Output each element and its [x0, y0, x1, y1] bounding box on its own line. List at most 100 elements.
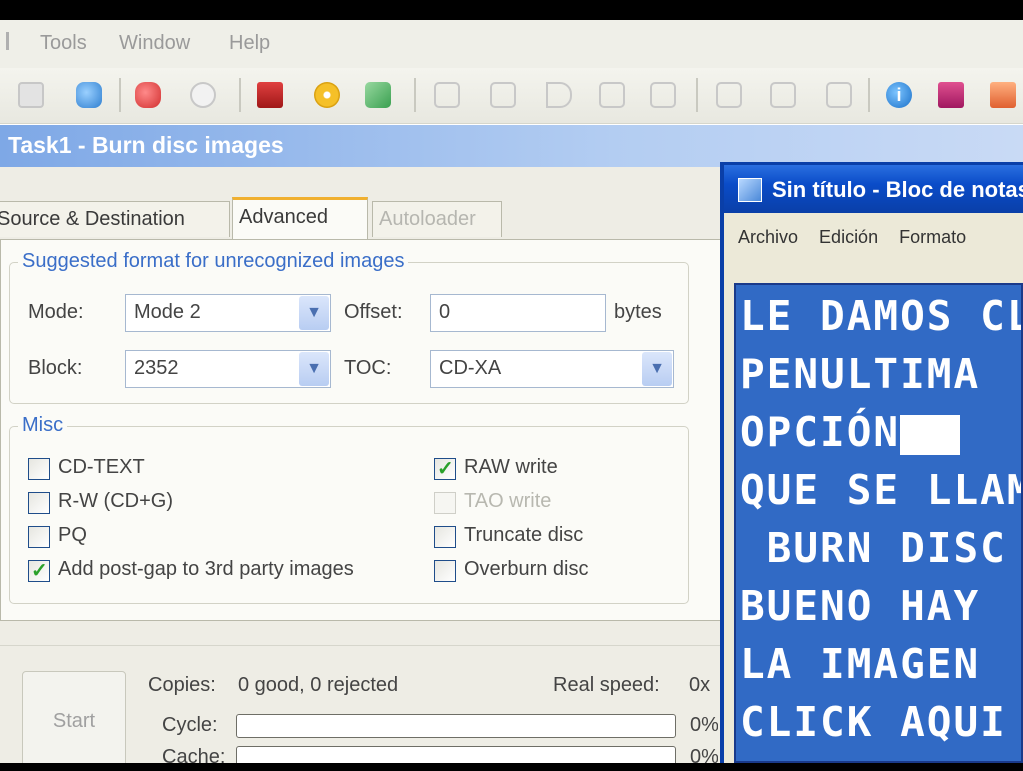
toolbar-separator — [119, 78, 121, 112]
raw-write-checkbox[interactable] — [434, 456, 456, 481]
film-icon[interactable] — [257, 82, 283, 108]
menu-bar-cut-item — [6, 32, 9, 50]
tab-autoloader: Autoloader — [372, 201, 502, 237]
truncate-disc-checkbox[interactable] — [434, 526, 456, 548]
real-speed-label: Real speed: — [553, 674, 660, 696]
chevron-down-icon[interactable]: ▼ — [299, 296, 329, 330]
mode-select[interactable]: Mode 2 ▼ — [125, 294, 331, 332]
text-line: QUE SE LLAMA — [740, 466, 1021, 514]
text-line: LA IMAGEN — [740, 640, 981, 688]
post-gap-label[interactable]: Add post-gap to 3rd party images — [58, 558, 354, 581]
notepad-title-bar[interactable]: Sin título - Bloc de notas — [724, 165, 1023, 213]
cycle-percent: 0% — [690, 714, 718, 736]
overburn-disc-label[interactable]: Overburn disc — [464, 558, 589, 581]
format-group: Suggested format for unrecognized images… — [9, 250, 689, 404]
toolbar-separator — [696, 78, 698, 112]
toc-select[interactable]: CD-XA ▼ — [430, 350, 674, 388]
save-disc-icon[interactable] — [76, 82, 102, 108]
tab-source-destination[interactable]: Source & Destination — [0, 201, 230, 237]
rw-cdg-label[interactable]: R-W (CD+G) — [58, 490, 173, 513]
task-title: Task1 - Burn disc images — [0, 125, 1023, 167]
stop-icon[interactable] — [599, 82, 625, 108]
print-icon[interactable] — [18, 82, 44, 108]
text-line-content: OPCIÓN — [740, 408, 901, 456]
copies-label: Copies: — [148, 674, 216, 696]
search-icon[interactable] — [190, 82, 216, 108]
text-line: BURN DISC — [740, 524, 1007, 572]
misc-group-title: Misc — [18, 414, 68, 437]
toc-label: TOC: — [344, 357, 392, 379]
mode-label: Mode: — [28, 301, 84, 323]
toc-value: CD-XA — [439, 357, 502, 379]
top-black-border — [0, 0, 1023, 20]
notepad-menu-archivo[interactable]: Archivo — [738, 227, 798, 247]
toolbar-separator — [414, 78, 416, 112]
notepad-menu-formato[interactable]: Formato — [899, 227, 966, 247]
rewind-icon[interactable] — [434, 82, 460, 108]
overburn-disc-checkbox[interactable] — [434, 560, 456, 582]
book-icon[interactable] — [938, 82, 964, 108]
chevron-down-icon[interactable]: ▼ — [642, 352, 672, 386]
tao-write-label: TAO write — [464, 490, 552, 512]
home-icon[interactable] — [990, 82, 1016, 108]
close-x-icon[interactable] — [135, 82, 161, 108]
text-line: PENULTIMA — [740, 350, 981, 398]
chevron-down-icon[interactable]: ▼ — [299, 352, 329, 386]
menu-bar: Tools Window Help — [0, 20, 1023, 68]
cd-text-checkbox[interactable] — [28, 458, 50, 480]
play-icon[interactable] — [546, 82, 572, 108]
block-value: 2352 — [134, 357, 179, 379]
misc-group: Misc CD-TEXT R-W (CD+G) PQ Add post-gap … — [9, 414, 689, 604]
progress-area: Start Copies: 0 good, 0 rejected Real sp… — [0, 645, 728, 771]
bottom-black-border — [0, 763, 1023, 771]
notepad-icon — [738, 178, 762, 202]
music-icon[interactable] — [716, 82, 742, 108]
offset-label: Offset: — [344, 301, 403, 323]
offset-input[interactable]: 0 — [430, 294, 606, 332]
selection-gap — [900, 415, 961, 455]
format-group-title: Suggested format for unrecognized images — [18, 250, 409, 273]
text-line: OPCIÓN — [740, 405, 1021, 463]
notepad-menu-bar: Archivo Edición Formato — [724, 213, 1023, 255]
cycle-label: Cycle: — [162, 714, 218, 736]
notepad-menu-edicion[interactable]: Edición — [819, 227, 878, 247]
notepad-title: Sin título - Bloc de notas — [772, 177, 1023, 202]
new-window-icon[interactable] — [826, 82, 852, 108]
copy-icon[interactable] — [365, 82, 391, 108]
post-gap-checkbox[interactable] — [28, 558, 50, 583]
tab-advanced[interactable]: Advanced — [232, 197, 368, 239]
menu-help[interactable]: Help — [229, 32, 270, 55]
notepad-text-area[interactable]: LE DAMOS CLICK PENULTIMA OPCIÓN QUE SE L… — [734, 283, 1023, 763]
start-button[interactable]: Start — [22, 671, 126, 771]
cd-text-label[interactable]: CD-TEXT — [58, 456, 145, 479]
rw-cdg-checkbox[interactable] — [28, 492, 50, 514]
notepad-window: Sin título - Bloc de notas Archivo Edici… — [720, 162, 1023, 763]
document-icon[interactable] — [770, 82, 796, 108]
burn-dialog: Source & Destination Advanced Autoloader… — [0, 167, 728, 771]
advanced-panel: Suggested format for unrecognized images… — [0, 239, 722, 621]
pq-checkbox[interactable] — [28, 526, 50, 548]
menu-tools[interactable]: Tools — [40, 32, 87, 55]
real-speed-value: 0x — [689, 674, 711, 696]
pq-label[interactable]: PQ — [58, 524, 87, 547]
cycle-progress-bar — [236, 714, 676, 738]
raw-write-label[interactable]: RAW write — [464, 456, 558, 479]
eject-icon[interactable] — [650, 82, 676, 108]
fast-forward-icon[interactable] — [490, 82, 516, 108]
bytes-label: bytes — [614, 301, 662, 323]
toolbar: i — [0, 68, 1023, 124]
toolbar-separator — [239, 78, 241, 112]
mode-value: Mode 2 — [134, 301, 201, 323]
info-icon[interactable]: i — [886, 82, 912, 108]
tao-write-checkbox — [434, 492, 456, 514]
block-select[interactable]: 2352 ▼ — [125, 350, 331, 388]
menu-window[interactable]: Window — [119, 32, 190, 55]
truncate-disc-label[interactable]: Truncate disc — [464, 524, 583, 547]
text-line: LE DAMOS CLICK — [740, 292, 1021, 340]
toolbar-separator — [868, 78, 870, 112]
disc-icon[interactable] — [314, 82, 340, 108]
copies-value: 0 good, 0 rejected — [238, 674, 399, 696]
text-line: BUENO HAY — [740, 582, 981, 630]
text-line: CLICK AQUI — [740, 698, 1007, 746]
block-label: Block: — [28, 357, 83, 379]
